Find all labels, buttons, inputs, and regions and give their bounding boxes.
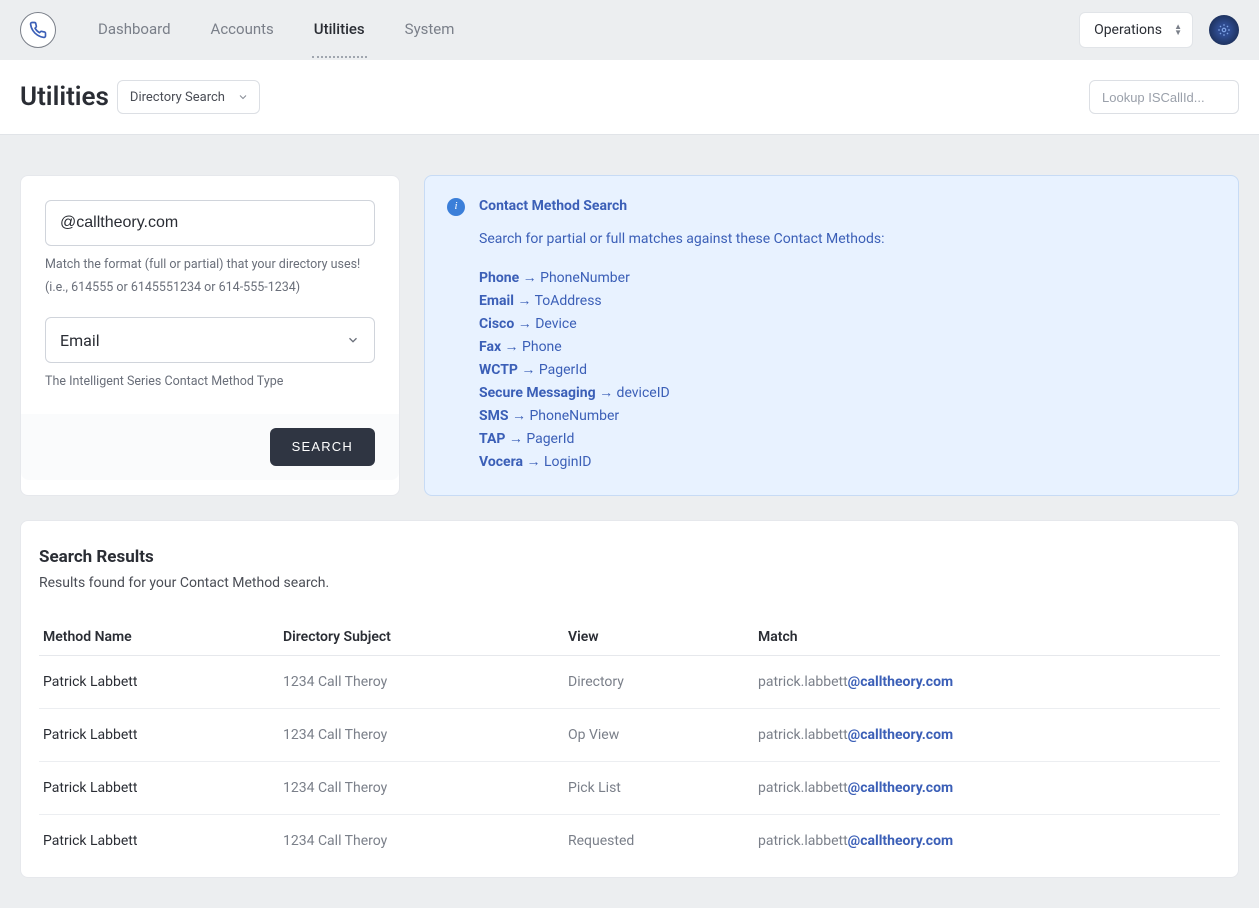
method-field: PagerId <box>526 431 574 447</box>
method-line: Vocera → LoginID <box>479 452 1216 473</box>
method-type: TAP <box>479 431 505 447</box>
contact-method-type-help: The Intelligent Series Contact Method Ty… <box>45 371 375 394</box>
col-header-method-name: Method Name <box>39 619 279 656</box>
phone-icon <box>29 21 47 39</box>
method-field: PhoneNumber <box>529 408 619 424</box>
lookup-iscallid-input[interactable] <box>1089 80 1239 114</box>
info-card: i Contact Method Search Search for parti… <box>424 175 1239 496</box>
cell-view: Requested <box>564 815 754 868</box>
method-field: ToAddress <box>535 293 602 309</box>
cell-directory-subject: 1234 Call Theroy <box>279 709 564 762</box>
results-title: Search Results <box>39 547 1220 567</box>
method-line: Secure Messaging → deviceID <box>479 383 1216 404</box>
results-card: Search Results Results found for your Co… <box>20 520 1239 878</box>
search-term-help: Match the format (full or partial) that … <box>45 254 375 299</box>
cell-directory-subject: 1234 Call Theroy <box>279 656 564 709</box>
cell-match: patrick.labbett@calltheory.com <box>754 709 1220 762</box>
topbar: Dashboard Accounts Utilities System Oper… <box>0 0 1259 60</box>
cell-view: Directory <box>564 656 754 709</box>
cell-view: Pick List <box>564 762 754 815</box>
cell-method-name: Patrick Labbett <box>39 709 279 762</box>
info-title: Contact Method Search <box>479 196 627 217</box>
contact-method-type-select[interactable]: Email <box>45 317 375 363</box>
method-field: LoginID <box>544 454 592 470</box>
method-type: Fax <box>479 339 501 355</box>
method-type: Secure Messaging <box>479 385 596 401</box>
method-type: Vocera <box>479 454 523 470</box>
method-line: Cisco → Device <box>479 314 1216 335</box>
cell-match: patrick.labbett@calltheory.com <box>754 815 1220 868</box>
cell-directory-subject: 1234 Call Theroy <box>279 762 564 815</box>
cell-directory-subject: 1234 Call Theroy <box>279 815 564 868</box>
method-type: WCTP <box>479 362 518 378</box>
method-type: Phone <box>479 270 519 286</box>
method-type: Email <box>479 293 514 309</box>
up-down-icon: ▲▼ <box>1174 24 1182 36</box>
method-field: Phone <box>522 339 562 355</box>
cell-method-name: Patrick Labbett <box>39 815 279 868</box>
contact-method-type-value: Email <box>60 331 100 350</box>
method-mappings: Phone → PhoneNumberEmail → ToAddressCisc… <box>479 268 1216 473</box>
method-field: deviceID <box>617 385 670 401</box>
nav-accounts[interactable]: Accounts <box>209 2 276 58</box>
search-button[interactable]: SEARCH <box>270 428 375 466</box>
method-line: Email → ToAddress <box>479 291 1216 312</box>
cell-match: patrick.labbett@calltheory.com <box>754 762 1220 815</box>
method-field: Device <box>535 316 576 332</box>
cell-match: patrick.labbett@calltheory.com <box>754 656 1220 709</box>
cell-method-name: Patrick Labbett <box>39 762 279 815</box>
avatar-icon <box>1217 23 1231 37</box>
method-type: Cisco <box>479 316 514 332</box>
method-field: PhoneNumber <box>540 270 630 286</box>
col-header-match: Match <box>754 619 1220 656</box>
table-row: Patrick Labbett1234 Call TheroyOp Viewpa… <box>39 709 1220 762</box>
info-icon: i <box>447 198 465 216</box>
method-line: SMS → PhoneNumber <box>479 406 1216 427</box>
page-header: Utilities Directory Search <box>0 60 1259 135</box>
method-line: TAP → PagerId <box>479 429 1216 450</box>
logo[interactable] <box>20 12 56 48</box>
results-subtitle: Results found for your Contact Method se… <box>39 575 1220 591</box>
search-card: Match the format (full or partial) that … <box>20 175 400 496</box>
table-row: Patrick Labbett1234 Call TheroyRequested… <box>39 815 1220 868</box>
avatar[interactable] <box>1209 15 1239 45</box>
cell-view: Op View <box>564 709 754 762</box>
nav-dashboard[interactable]: Dashboard <box>96 2 173 58</box>
table-row: Patrick Labbett1234 Call TheroyDirectory… <box>39 656 1220 709</box>
search-term-input[interactable] <box>45 200 375 246</box>
main-area: Match the format (full or partial) that … <box>0 135 1259 520</box>
directory-search-select[interactable]: Directory Search <box>117 80 260 114</box>
table-row: Patrick Labbett1234 Call TheroyPick List… <box>39 762 1220 815</box>
method-line: WCTP → PagerId <box>479 360 1216 381</box>
directory-search-label: Directory Search <box>130 90 225 105</box>
chevron-down-icon <box>346 333 360 347</box>
method-line: Fax → Phone <box>479 337 1216 358</box>
method-field: PagerId <box>539 362 587 378</box>
info-subtitle: Search for partial or full matches again… <box>479 229 1216 250</box>
operations-select[interactable]: Operations ▲▼ <box>1079 12 1193 48</box>
nav-main: Dashboard Accounts Utilities System <box>96 2 456 58</box>
col-header-directory-subject: Directory Subject <box>279 619 564 656</box>
results-table: Method Name Directory Subject View Match… <box>39 619 1220 867</box>
method-type: SMS <box>479 408 509 424</box>
col-header-view: View <box>564 619 754 656</box>
page-title: Utilities <box>20 82 109 112</box>
nav-utilities[interactable]: Utilities <box>312 2 367 58</box>
nav-system[interactable]: System <box>403 2 457 58</box>
chevron-down-icon <box>237 91 249 103</box>
method-line: Phone → PhoneNumber <box>479 268 1216 289</box>
cell-method-name: Patrick Labbett <box>39 656 279 709</box>
operations-select-label: Operations <box>1094 22 1162 38</box>
